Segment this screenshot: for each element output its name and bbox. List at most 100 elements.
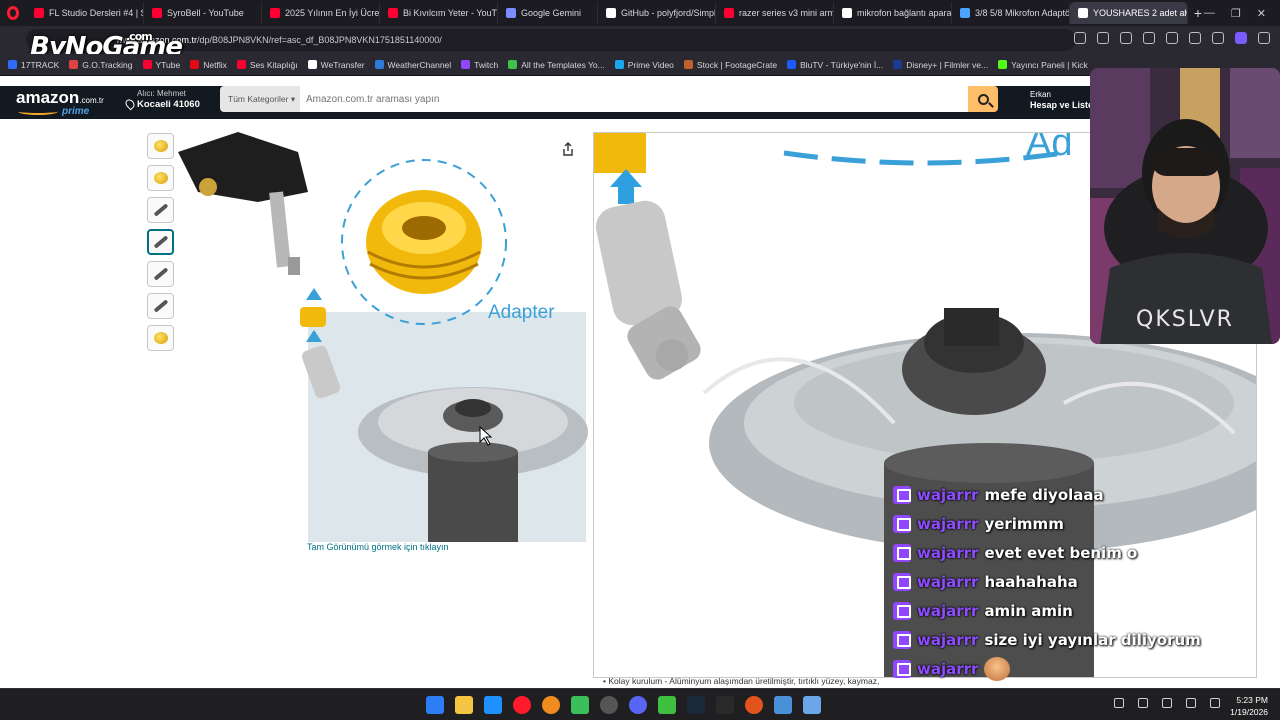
- tab-favicon-icon: [270, 8, 280, 18]
- extensions-icon[interactable]: [1258, 32, 1270, 44]
- adapter-label: Adapter: [488, 302, 555, 323]
- chat-text: evet evet benim o: [984, 543, 1138, 562]
- opera-menu-button[interactable]: [0, 0, 26, 26]
- browser-tab[interactable]: Google Gemini: [498, 2, 598, 24]
- amazon-logo[interactable]: amazon.com.tr prime: [16, 88, 104, 117]
- account-menu[interactable]: Erkan Hesap ve Liste: [1030, 90, 1093, 110]
- volume-icon[interactable]: [1186, 698, 1196, 708]
- bookmark-favicon-icon: [893, 60, 903, 69]
- download-icon[interactable]: [1189, 32, 1201, 44]
- microphone-icon[interactable]: [1162, 698, 1172, 708]
- bookmark-item[interactable]: Prime Video: [614, 60, 674, 70]
- thumbnail-selected[interactable]: [147, 229, 174, 255]
- bookmark-item[interactable]: Disney+ | Filmler ve...: [893, 60, 988, 70]
- amazon-smile-icon: [18, 108, 58, 115]
- profile-icon[interactable]: [1235, 32, 1247, 44]
- tab-favicon-icon: [842, 8, 852, 18]
- thumbnail[interactable]: [147, 261, 174, 287]
- thumbnail[interactable]: [147, 133, 174, 159]
- bookmark-item[interactable]: WeatherChannel: [374, 60, 451, 70]
- heart-icon[interactable]: [1166, 32, 1178, 44]
- taskbar-clock[interactable]: 5:23 PM 1/19/2026: [1230, 694, 1268, 718]
- tab-label: GitHub - polyfjord/Simpl: [621, 8, 716, 18]
- bookmark-label: Ses Kitaplığı: [249, 59, 298, 70]
- settings-app-icon[interactable]: [803, 696, 821, 714]
- camera-icon[interactable]: [1097, 32, 1109, 44]
- bookmark-item[interactable]: Stock | FootageCrate: [683, 60, 777, 70]
- opera-icon[interactable]: [513, 696, 531, 714]
- bookmarks-bar: 17TRACK G.O.Tracking YTube Netflix Ses Kitap…: [0, 54, 1280, 76]
- search-category-select[interactable]: Tüm Kategoriler ▾: [220, 86, 300, 112]
- origin-icon[interactable]: [745, 696, 763, 714]
- browser-tab[interactable]: GitHub - polyfjord/Simpl: [598, 2, 716, 24]
- thumbnail[interactable]: [147, 165, 174, 191]
- address-field[interactable]: www.amazon.com.tr/dp/B08JPN8VKN/ref=asc_…: [26, 29, 1076, 51]
- tray-chevron-icon[interactable]: [1114, 698, 1124, 708]
- bookmark-item[interactable]: BluTV - Türkiye'nin İ...: [787, 60, 883, 70]
- share-icon[interactable]: [562, 142, 574, 156]
- browser-tab[interactable]: mikrofon bağlantı aparat: [834, 2, 952, 24]
- address-toolbar: www.amazon.com.tr/dp/B08JPN8VKN/ref=asc_…: [0, 26, 1280, 54]
- obs-icon[interactable]: [600, 696, 618, 714]
- main-product-image[interactable]: Adapter: [178, 132, 588, 542]
- browser-tab[interactable]: 2025 Yılının En İyi Ücretsi: [262, 2, 380, 24]
- steam-icon[interactable]: [687, 696, 705, 714]
- search-category-label: Tüm Kategoriler: [228, 94, 289, 104]
- bluetooth-icon[interactable]: [1138, 698, 1148, 708]
- play-icon[interactable]: [1143, 32, 1155, 44]
- tab-favicon-icon: [606, 8, 616, 18]
- chat-username: wajarrr: [917, 485, 979, 504]
- close-icon[interactable]: ✕: [1257, 7, 1266, 20]
- bookmark-item[interactable]: YTube: [142, 60, 180, 70]
- file-explorer-icon[interactable]: [455, 696, 473, 714]
- tab-favicon-icon: [506, 8, 516, 18]
- mail-icon[interactable]: [484, 696, 502, 714]
- bookmark-item[interactable]: 17TRACK: [8, 60, 59, 70]
- start-icon[interactable]: [426, 696, 444, 714]
- search-input[interactable]: [300, 86, 968, 112]
- chat-message: wajarrr amin amin: [893, 596, 1253, 625]
- bookmark-item[interactable]: Ses Kitaplığı: [236, 59, 298, 70]
- network-icon[interactable]: [1210, 698, 1220, 708]
- bookmark-label: Twitch: [474, 59, 499, 70]
- search-button[interactable]: [968, 86, 998, 112]
- bookmark-item[interactable]: WeTransfer: [307, 60, 365, 70]
- minimize-icon[interactable]: —: [1204, 7, 1215, 19]
- browser-tab[interactable]: SyroBell - YouTube: [144, 2, 262, 24]
- thumbnail[interactable]: [147, 293, 174, 319]
- bookmark-item[interactable]: Twitch: [461, 60, 498, 70]
- thumbnail[interactable]: [147, 325, 174, 351]
- tab-label: SyroBell - YouTube: [167, 8, 244, 18]
- browser-tab[interactable]: YOUSHARES 2 adet altın: [1070, 2, 1188, 24]
- bookmark-item[interactable]: All the Templates Yo...: [508, 60, 605, 70]
- epic-games-icon[interactable]: [716, 696, 734, 714]
- bookmark-favicon-icon: [69, 60, 79, 69]
- restore-icon[interactable]: ❐: [1231, 7, 1241, 20]
- feature-bullet: • Kolay kurulum - Alüminyum alaşımdan ür…: [603, 676, 880, 686]
- shield-icon[interactable]: [1120, 32, 1132, 44]
- bookmark-favicon-icon: [307, 60, 317, 69]
- nvidia-icon[interactable]: [658, 696, 676, 714]
- xbox-icon[interactable]: [571, 696, 589, 714]
- bookmark-item[interactable]: Yayıncı Paneli | Kick: [998, 60, 1088, 70]
- deliver-to[interactable]: Alıcı: Mehmet Kocaeli 41060: [126, 89, 200, 110]
- app-icon[interactable]: [774, 696, 792, 714]
- bookmark-item[interactable]: Netflix: [190, 60, 227, 70]
- twitch-badge-icon: [893, 485, 911, 504]
- bookmark-item[interactable]: G.O.Tracking: [69, 60, 133, 70]
- browser-tab[interactable]: razer series v3 mini arm: [716, 2, 834, 24]
- chat-message: wajarrr mefe diyolaaa: [893, 480, 1253, 509]
- menu-icon[interactable]: [1212, 32, 1224, 44]
- blender-icon[interactable]: [542, 696, 560, 714]
- thumbnail[interactable]: [147, 197, 174, 223]
- tab-label: 2025 Yılının En İyi Ücretsi: [285, 8, 380, 18]
- browser-tab[interactable]: Bi Kıvılcım Yeter - YouTub: [380, 2, 498, 24]
- search-tabs-icon[interactable]: ⌕: [1182, 7, 1188, 20]
- full-view-link[interactable]: Tam Görünümü görmek için tıklayın: [307, 542, 449, 552]
- window-controls: ⌕ — ❐ ✕: [1182, 0, 1280, 26]
- edit-icon[interactable]: [1074, 32, 1086, 44]
- discord-icon[interactable]: [629, 696, 647, 714]
- streamer-webcam-overlay: QKSLVR: [1090, 68, 1280, 344]
- browser-tab[interactable]: FL Studio Dersleri #4 | Sr: [26, 2, 144, 24]
- browser-tab[interactable]: 3/8 5/8 Mikrofon Adaptö: [952, 2, 1070, 24]
